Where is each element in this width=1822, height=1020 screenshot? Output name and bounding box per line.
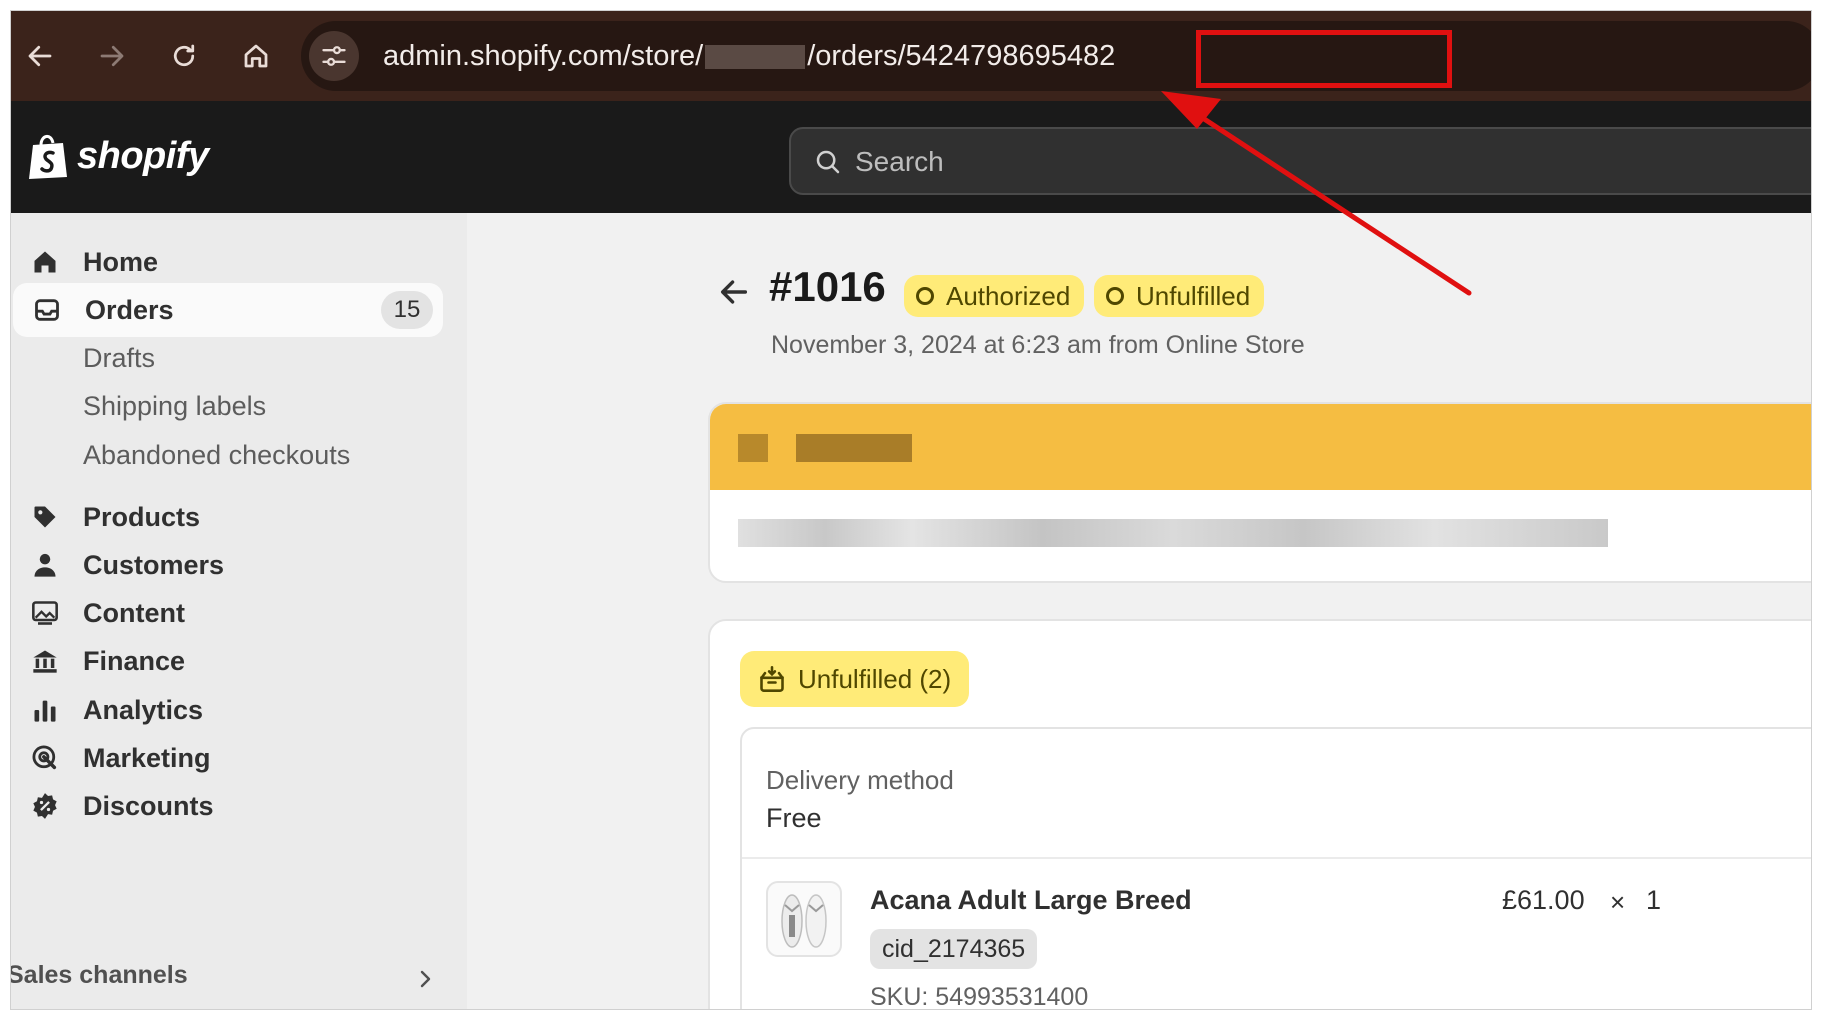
annotation-arrow	[1161, 91, 1472, 296]
screen: admin.shopify.com/store/ /orders/ 542479…	[10, 10, 1812, 1010]
